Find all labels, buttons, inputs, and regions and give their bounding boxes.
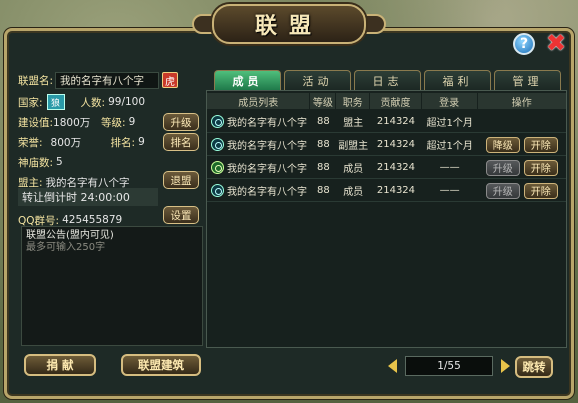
member-name-cell: 我的名字有八个字 bbox=[207, 157, 310, 178]
kick-button[interactable]: 开除 bbox=[523, 182, 558, 199]
offline-status-icon bbox=[211, 138, 224, 151]
upgrade-alliance-button[interactable]: 升级 bbox=[163, 113, 199, 131]
member-role: 盟主 bbox=[343, 118, 364, 129]
member-login: 超过1个月 bbox=[426, 141, 473, 152]
members-value: 99/100 bbox=[108, 96, 146, 108]
prev-page-icon[interactable] bbox=[388, 359, 397, 373]
member-actions: 降级 开除 bbox=[478, 134, 567, 155]
member-name-cell: 我的名字有八个字 bbox=[207, 134, 310, 155]
alliance-name-label: 联盟名: bbox=[18, 74, 54, 87]
notice-placeholder: 最多可输入250字 bbox=[26, 242, 106, 253]
rank-label: 排名: bbox=[110, 136, 136, 149]
country-label: 国家: bbox=[18, 96, 43, 109]
member-login: 超过1个月 bbox=[426, 118, 473, 129]
country-row: 国家: 狼 人数: 99/100 bbox=[18, 92, 145, 112]
rank-value: 9 bbox=[138, 136, 145, 148]
demote-button[interactable]: 降级 bbox=[485, 136, 520, 153]
member-contribution: 214324 bbox=[376, 185, 416, 196]
kick-button[interactable]: 开除 bbox=[523, 136, 558, 153]
notice-title: 联盟公告(盟内可见) bbox=[26, 230, 114, 241]
member-actions bbox=[478, 111, 567, 132]
member-name: 我的名字有八个字 bbox=[227, 187, 307, 198]
member-name-cell: 我的名字有八个字 bbox=[207, 111, 310, 132]
alliance-name-value: 我的名字有八个字 bbox=[55, 71, 160, 89]
page-indicator[interactable]: 1/55 bbox=[405, 356, 493, 376]
table-row[interactable]: 我的名字有八个字 88 副盟主 214324 超过1个月 降级 开除 bbox=[207, 134, 566, 156]
transfer-countdown: 转让倒计时 24:00:00 bbox=[18, 188, 158, 206]
header-role: 职务 bbox=[336, 93, 371, 109]
member-login: —— bbox=[439, 185, 460, 196]
header-contribution: 贡献度 bbox=[370, 93, 422, 109]
table-row[interactable]: 我的名字有八个字 88 盟主 214324 超过1个月 bbox=[207, 111, 566, 133]
level-value: 9 bbox=[128, 116, 136, 128]
window-title: 联盟 bbox=[254, 13, 323, 39]
table-header: 成员列表 等级 职务 贡献度 登录 操作 bbox=[207, 93, 566, 109]
jump-button[interactable]: 跳转 bbox=[515, 356, 553, 378]
honor-row: 荣誉: 800万 排名: 9 bbox=[18, 132, 145, 152]
member-level: 88 bbox=[316, 162, 330, 173]
member-contribution: 214324 bbox=[376, 116, 416, 127]
alliance-buildings-button[interactable]: 联盟建筑 bbox=[121, 354, 201, 376]
close-icon[interactable]: ✖ bbox=[544, 31, 568, 56]
construction-row: 建设值: 1800万 等级: 9 bbox=[18, 112, 135, 132]
donate-button[interactable]: 捐 献 bbox=[24, 354, 96, 376]
tiger-emblem-icon[interactable]: 虎 bbox=[162, 72, 179, 88]
member-level: 88 bbox=[316, 185, 330, 196]
header-login: 登录 bbox=[421, 93, 478, 109]
member-level: 88 bbox=[316, 139, 330, 150]
promote-button: 升级 bbox=[485, 182, 520, 199]
member-name-cell: 我的名字有八个字 bbox=[207, 180, 310, 201]
tab-welfare[interactable]: 福利 bbox=[424, 70, 491, 90]
member-role: 成员 bbox=[343, 187, 364, 198]
member-name: 我的名字有八个字 bbox=[227, 164, 307, 175]
promote-button: 升级 bbox=[485, 159, 520, 176]
wolf-country-icon: 狼 bbox=[46, 94, 65, 110]
member-actions: 升级 开除 bbox=[478, 180, 567, 201]
members-table: 成员列表 等级 职务 贡献度 登录 操作 我的名字有八个字 88 盟主 214324 超… bbox=[206, 90, 567, 348]
member-role: 副盟主 bbox=[338, 141, 369, 152]
member-contribution: 214324 bbox=[376, 139, 416, 150]
shrine-value: 5 bbox=[56, 156, 63, 168]
online-status-icon bbox=[211, 161, 224, 174]
member-name: 我的名字有八个字 bbox=[227, 141, 307, 152]
tab-activities[interactable]: 活动 bbox=[284, 70, 351, 90]
member-contribution: 214324 bbox=[376, 162, 416, 173]
header-level: 等级 bbox=[310, 93, 337, 109]
shrine-label: 神庙数: bbox=[18, 156, 54, 169]
tab-management[interactable]: 管理 bbox=[494, 70, 561, 90]
member-login: —— bbox=[439, 162, 460, 173]
table-row[interactable]: 我的名字有八个字 88 成员 214324 —— 升级 开除 bbox=[207, 180, 566, 202]
tab-members[interactable]: 成员 bbox=[214, 70, 281, 90]
pagination: 1/55 bbox=[388, 356, 510, 376]
next-page-icon[interactable] bbox=[501, 359, 510, 373]
header-actions: 操作 bbox=[477, 93, 566, 109]
offline-status-icon bbox=[211, 184, 224, 197]
rank-button[interactable]: 排名 bbox=[163, 133, 199, 151]
honor-value: 800万 bbox=[50, 136, 82, 149]
level-label: 等级: bbox=[101, 116, 126, 129]
transfer-countdown-text: 转让倒计时 24:00:00 bbox=[22, 191, 130, 204]
member-name: 我的名字有八个字 bbox=[227, 118, 307, 129]
honor-label: 荣誉: bbox=[18, 136, 43, 149]
window-title-plate: 联盟 bbox=[212, 4, 366, 44]
alliance-tabs: 成员 活动 日志 福利 管理 bbox=[214, 70, 564, 90]
settings-button[interactable]: 设置 bbox=[163, 206, 199, 224]
kick-button[interactable]: 开除 bbox=[523, 159, 558, 176]
header-member-list: 成员列表 bbox=[207, 93, 311, 109]
shrine-row: 神庙数: 5 bbox=[18, 152, 63, 172]
construction-value: 1800万 bbox=[53, 116, 91, 129]
quit-alliance-button[interactable]: 退盟 bbox=[163, 171, 199, 189]
offline-status-icon bbox=[211, 115, 224, 128]
alliance-notice-box[interactable]: 联盟公告(盟内可见) 最多可输入250字 bbox=[21, 226, 203, 346]
members-label: 人数: bbox=[80, 96, 106, 109]
table-row[interactable]: 我的名字有八个字 88 成员 214324 —— 升级 开除 bbox=[207, 157, 566, 179]
member-role: 成员 bbox=[343, 164, 364, 175]
help-icon[interactable]: ? bbox=[513, 33, 535, 55]
alliance-name-row: 联盟名: 我的名字有八个字 虎 bbox=[18, 70, 179, 90]
construction-label: 建设值: bbox=[18, 116, 54, 129]
qq-value: 425455879 bbox=[62, 214, 123, 226]
member-level: 88 bbox=[316, 116, 330, 127]
member-actions: 升级 开除 bbox=[478, 157, 567, 178]
tab-log[interactable]: 日志 bbox=[354, 70, 421, 90]
